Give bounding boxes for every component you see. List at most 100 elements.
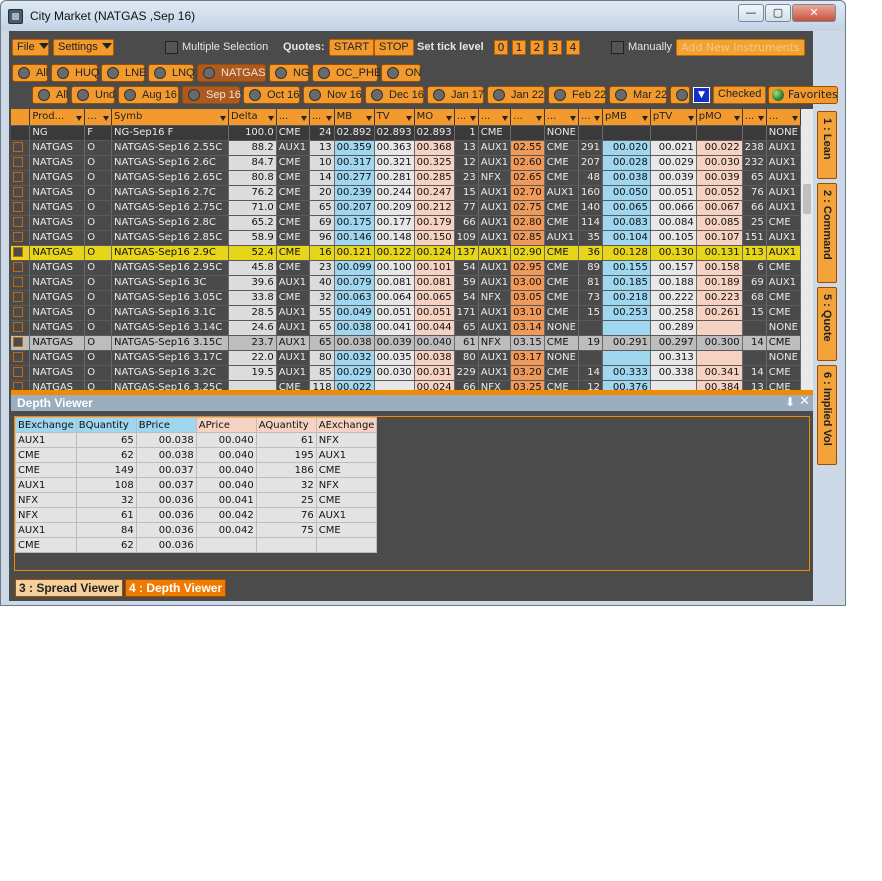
multiple-selection-checkbox[interactable] — [165, 41, 178, 54]
add-new-instruments-button[interactable]: Add New Instruments — [676, 39, 805, 56]
row-checkbox[interactable] — [13, 291, 23, 302]
filter-cell[interactable]: CME — [276, 125, 310, 141]
table-row[interactable]: NATGAS O NATGAS-Sep16 2.95C 45.8 CME 23 00.099… — [11, 260, 801, 276]
expiry-oct16[interactable]: Oct 16 — [243, 86, 300, 104]
product-oc-phe[interactable]: OC_PHE — [312, 64, 381, 82]
column-header[interactable]: ... — [742, 109, 767, 126]
row-checkbox[interactable] — [13, 141, 23, 152]
depth-row[interactable]: CME 62 00.038 00.040 195 AUX1 — [15, 447, 378, 463]
table-row[interactable]: NATGAS O NATGAS-Sep16 2.65C 80.8 CME 14 00.277… — [11, 170, 801, 186]
product-huq[interactable]: HUQ — [51, 64, 99, 82]
expiry-jan17[interactable]: Jan 17 — [427, 86, 484, 104]
table-row[interactable]: NATGAS O NATGAS-Sep16 3.14C 24.6 AUX1 65 00.03… — [11, 320, 801, 336]
minimize-button[interactable]: — — [738, 4, 764, 22]
expiry-nov16[interactable]: Nov 16 — [303, 86, 362, 104]
row-select[interactable] — [11, 365, 31, 381]
depth-row[interactable]: AUX1 108 00.037 00.040 32 NFX — [15, 477, 378, 493]
product-on[interactable]: ON — [381, 64, 422, 82]
depth-row[interactable]: AUX1 84 00.036 00.042 75 CME — [15, 522, 378, 538]
product-lnq[interactable]: LNQ — [148, 64, 195, 82]
column-header[interactable]: ... — [454, 109, 479, 126]
row-select[interactable] — [11, 245, 31, 261]
row-checkbox[interactable] — [13, 156, 23, 167]
filter-cell[interactable] — [602, 125, 651, 141]
tick-level-4[interactable]: 4 — [566, 40, 580, 55]
column-header[interactable]: Prod... — [29, 109, 86, 126]
table-row[interactable]: NATGAS O NATGAS-Sep16 2.7C 76.2 CME 20 00.239 0… — [11, 185, 801, 201]
expiry-dropdown-button[interactable]: ▼ — [693, 87, 710, 103]
tick-level-1[interactable]: 1 — [512, 40, 526, 55]
row-select[interactable] — [11, 140, 31, 156]
header-select[interactable] — [11, 109, 31, 126]
row-checkbox[interactable] — [13, 216, 23, 227]
column-header[interactable]: Delta — [228, 109, 277, 126]
tab-depth-viewer[interactable]: 4 : Depth Viewer — [125, 579, 227, 597]
row-select[interactable] — [11, 305, 31, 321]
row-checkbox[interactable] — [13, 186, 23, 197]
row-checkbox[interactable] — [13, 261, 23, 272]
expiry-jan22[interactable]: Jan 22 — [487, 86, 545, 104]
row-select[interactable] — [11, 350, 31, 366]
expiry-sep16[interactable]: Sep 16 — [182, 86, 241, 104]
filter-cell[interactable] — [510, 125, 545, 141]
row-select[interactable] — [11, 200, 31, 216]
row-checkbox[interactable] — [13, 276, 23, 287]
filter-cell[interactable]: NONE — [544, 125, 579, 141]
product-lne[interactable]: LNE — [101, 64, 146, 82]
expiry-aug16[interactable]: Aug 16 — [118, 86, 179, 104]
filter-cell[interactable]: 24 — [309, 125, 335, 141]
depth-row[interactable]: NFX 32 00.036 00.041 25 CME — [15, 492, 378, 508]
favorites-button[interactable]: Favorites — [768, 86, 838, 104]
row-select[interactable] — [11, 320, 31, 336]
depth-column-header[interactable]: AQuantity — [255, 417, 317, 433]
row-checkbox[interactable] — [13, 246, 23, 257]
expiry-und[interactable]: Und — [71, 86, 115, 104]
row-checkbox[interactable] — [13, 321, 23, 332]
depth-column-header[interactable]: APrice — [195, 417, 257, 433]
table-row[interactable]: NATGAS O NATGAS-Sep16 3.2C 19.5 AUX1 85 00.029… — [11, 365, 801, 381]
filter-cell[interactable] — [742, 125, 767, 141]
column-header[interactable]: ... — [84, 109, 113, 126]
start-button[interactable]: START — [329, 39, 375, 56]
column-header[interactable]: ... — [766, 109, 801, 126]
row-checkbox[interactable] — [13, 201, 23, 212]
row-checkbox[interactable] — [13, 351, 23, 362]
column-header[interactable]: MB — [334, 109, 375, 126]
filter-cell[interactable]: NONE — [766, 125, 801, 141]
table-row[interactable]: NATGAS O NATGAS-Sep16 3.05C 33.8 CME 32 00.063… — [11, 290, 801, 306]
row-select[interactable] — [11, 335, 31, 351]
column-header[interactable]: Symb — [111, 109, 229, 126]
close-button[interactable]: ✕ — [792, 4, 836, 22]
column-header[interactable]: ... — [578, 109, 604, 126]
row-select[interactable] — [11, 215, 31, 231]
column-header[interactable]: TV — [374, 109, 415, 126]
expiry-mar22[interactable]: Mar 22 — [609, 86, 667, 104]
file-menu[interactable]: File — [12, 39, 49, 56]
column-header[interactable]: ... — [309, 109, 335, 126]
row-checkbox[interactable] — [13, 381, 23, 390]
table-row[interactable]: NATGAS O NATGAS-Sep16 2.75C 71.0 CME 65 00.207… — [11, 200, 801, 216]
product-ng[interactable]: NG — [269, 64, 310, 82]
title-bar[interactable]: City Market (NATGAS ,Sep 16) — ▢ ✕ — [1, 1, 845, 31]
manually-checkbox[interactable] — [611, 41, 624, 54]
depth-row[interactable]: CME 62 00.036 — [15, 537, 378, 553]
tick-level-0[interactable]: 0 — [494, 40, 508, 55]
row-checkbox[interactable] — [13, 231, 23, 242]
column-header[interactable]: MO — [414, 109, 455, 126]
table-row[interactable]: NATGAS O NATGAS-Sep16 3C 39.6 AUX1 40 00.079 00… — [11, 275, 801, 291]
filter-cell[interactable]: 02.892 — [334, 125, 375, 141]
table-row[interactable]: NATGAS O NATGAS-Sep16 2.8C 65.2 CME 69 00.175 0… — [11, 215, 801, 231]
maximize-button[interactable]: ▢ — [765, 4, 791, 22]
side-tab-quote[interactable]: 5 : Quote — [817, 287, 837, 361]
row-select[interactable] — [11, 260, 31, 276]
side-tab-lean[interactable]: 1 : Lean — [817, 111, 837, 179]
table-row[interactable]: NATGAS O NATGAS-Sep16 2.55C 88.2 AUX1 13 00.35… — [11, 140, 801, 156]
filter-cell[interactable]: 02.893 — [374, 125, 415, 141]
table-row[interactable]: NATGAS O NATGAS-Sep16 3.17C 22.0 AUX1 80 00.03… — [11, 350, 801, 366]
filter-cell[interactable]: CME — [478, 125, 512, 141]
pin-icon[interactable]: ⬇ — [785, 395, 795, 409]
table-row[interactable]: NATGAS O NATGAS-Sep16 3.1C 28.5 AUX1 55 00.049… — [11, 305, 801, 321]
column-header[interactable]: ... — [276, 109, 310, 126]
product-natgas[interactable]: NATGAS — [197, 64, 266, 82]
row-checkbox[interactable] — [13, 171, 23, 182]
